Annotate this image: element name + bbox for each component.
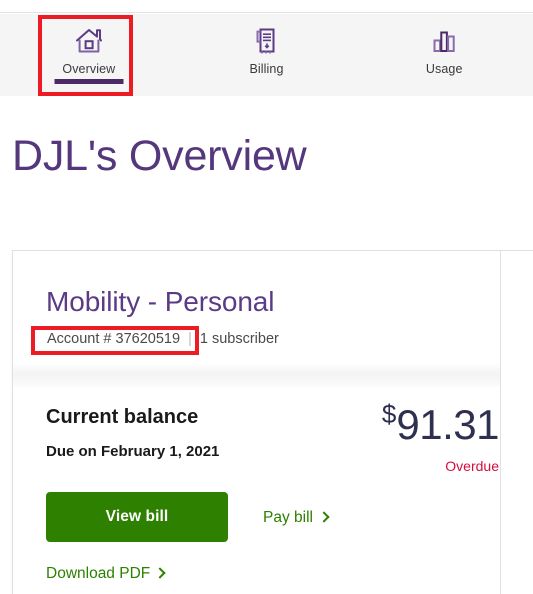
download-pdf-link[interactable]: Download PDF [46,565,166,583]
account-meta: Account # 37620519 | 1 subscriber [47,331,279,347]
account-name: Mobility - Personal [46,286,275,317]
bar-chart-icon [427,25,461,57]
download-pdf-label: Download PDF [46,565,151,582]
tab-billing[interactable]: Billing [178,14,356,96]
account-summary-card: Mobility - Personal Account # 37620519 |… [12,250,533,594]
tab-overview-label: Overview [62,62,116,76]
document-icon [250,25,284,57]
view-bill-button[interactable]: View bill [46,492,228,542]
status-badge: Overdue [445,458,499,474]
account-number: Account # 37620519 [47,331,181,347]
home-icon [72,25,106,57]
current-balance-label: Current balance [46,406,199,428]
page-title: DJL's Overview [12,132,307,180]
balance-amount: $91.31 [381,399,500,448]
meta-separator: | [188,331,192,347]
currency-symbol: $ [381,399,397,429]
tab-overview[interactable]: Overview [0,14,178,96]
overview-page: Overview Billing Usage DJL's Overview Mo… [0,0,533,594]
card-section-divider [13,363,500,387]
subscriber-count: 1 subscriber [199,331,279,347]
chevron-right-icon [154,567,166,579]
tab-usage[interactable]: Usage [355,14,533,96]
pay-bill-label: Pay bill [263,509,313,526]
chevron-right-icon [318,511,330,523]
primary-tab-bar: Overview Billing Usage [0,14,533,96]
card-vertical-divider [500,251,501,594]
pay-bill-link[interactable]: Pay bill [263,509,330,527]
amount-value: 91.31 [396,401,499,448]
header-strip [0,0,533,13]
due-date-label: Due on February 1, 2021 [46,443,220,460]
tab-billing-label: Billing [249,62,284,76]
tab-usage-label: Usage [425,62,463,76]
tab-active-indicator [54,79,124,84]
